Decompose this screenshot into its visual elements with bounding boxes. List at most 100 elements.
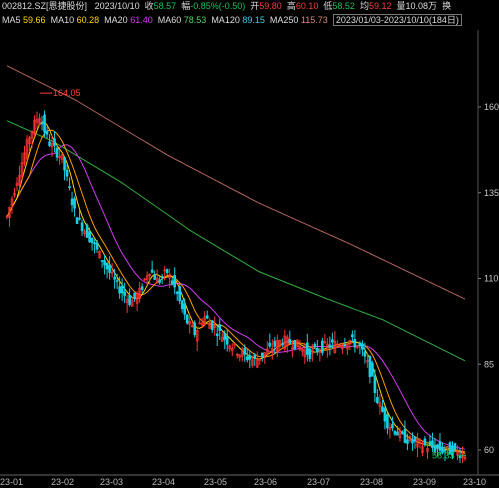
candle-down xyxy=(268,342,272,347)
x-tick-label: 23-04 xyxy=(152,477,175,487)
avg-label: 均 xyxy=(359,1,369,11)
candle-down xyxy=(253,354,257,359)
candle-down xyxy=(150,269,154,273)
candle-down xyxy=(308,348,312,359)
candle-down xyxy=(43,114,46,133)
candle-down xyxy=(170,280,174,285)
candle-down xyxy=(343,344,347,347)
volume-label: 量 xyxy=(396,1,406,11)
candle-down xyxy=(358,342,362,347)
candle-down xyxy=(78,217,81,220)
candle-down xyxy=(68,186,71,189)
moving-average-lines xyxy=(6,65,466,454)
candle-down xyxy=(205,315,209,319)
candle-down xyxy=(158,279,161,283)
candlestick-chart[interactable]: 1601351108560 23-01 23-02 23-03 23-04 23-05 2… xyxy=(0,30,499,488)
candle-down xyxy=(73,198,76,209)
date-range[interactable]: 2023/01/03-2023/10/10(184日) xyxy=(332,14,462,26)
candle-down xyxy=(178,286,181,302)
y-tick-label: 60 xyxy=(484,445,494,455)
stock-code[interactable]: 002812.SZ[恩捷股份] xyxy=(2,1,87,11)
y-axis: 160 135 110 85 60 xyxy=(477,30,499,475)
ma10-value: 60.28 xyxy=(76,15,100,25)
candle-down xyxy=(248,355,252,360)
candle-down xyxy=(225,336,229,345)
candle-down xyxy=(95,242,99,250)
candle-down xyxy=(210,320,214,330)
candle-down xyxy=(100,260,104,262)
candle-down xyxy=(371,363,374,377)
candle-down xyxy=(65,169,69,177)
ma60-value: 78.53 xyxy=(183,15,207,25)
x-tick-label: 23-01 xyxy=(0,477,23,487)
x-tick-label: 23-02 xyxy=(51,477,74,487)
candle-down xyxy=(313,344,317,348)
candle-down xyxy=(373,375,377,394)
candle-down xyxy=(123,291,126,296)
candle-down xyxy=(120,285,124,294)
candle-down xyxy=(90,237,94,244)
candle-down xyxy=(351,334,354,338)
candle-down xyxy=(153,274,156,280)
x-tick-label: 23-10 xyxy=(463,477,486,487)
ma250-label: MA250 xyxy=(269,15,299,25)
y-tick-label: 160 xyxy=(484,102,499,112)
avg-value: 59.12 xyxy=(368,1,392,11)
ma60-label: MA60 xyxy=(157,15,182,25)
candle-down xyxy=(180,300,184,309)
ma10-label: MA10 xyxy=(50,15,75,25)
candle-down xyxy=(40,122,44,125)
candle-down xyxy=(103,260,106,266)
x-tick-label: 23-03 xyxy=(100,477,123,487)
low-marker-label: 58.33 xyxy=(432,451,455,461)
candle-down xyxy=(428,441,432,445)
candle-down xyxy=(245,356,249,361)
candle-down xyxy=(391,424,394,428)
candle-down xyxy=(361,343,364,350)
candle-down xyxy=(431,440,434,448)
volume-value: 10.08万 xyxy=(405,1,438,11)
ma60-line xyxy=(6,120,466,362)
candle-down xyxy=(383,407,387,422)
candle-down xyxy=(316,347,319,353)
candle-down xyxy=(393,431,397,435)
candle-down xyxy=(381,406,384,412)
close-label: 收 xyxy=(144,1,154,11)
quote-header: 002812.SZ[恩捷股份] 2023/10/10 收58.57 幅-0.85… xyxy=(2,0,451,13)
candle-down xyxy=(45,131,49,135)
candle-down xyxy=(321,340,324,353)
candle-down xyxy=(406,439,409,444)
y-tick-label: 110 xyxy=(484,274,498,284)
candle-down xyxy=(218,324,222,331)
ma20-value: 61.40 xyxy=(130,15,153,25)
candle-down xyxy=(118,286,121,294)
candle-down xyxy=(115,280,119,282)
candle-down xyxy=(140,286,144,290)
ma10-line xyxy=(6,129,466,453)
candle-down xyxy=(306,342,309,355)
candle-down xyxy=(175,291,179,294)
candle-down xyxy=(376,397,379,404)
candle-down xyxy=(133,292,136,299)
high-label: 高 xyxy=(286,1,296,11)
candle-down xyxy=(80,222,84,232)
candle-down xyxy=(396,431,399,436)
ma120-label: MA120 xyxy=(211,15,240,25)
candle-down xyxy=(368,355,372,378)
candle-down xyxy=(331,339,334,343)
candle-down xyxy=(63,157,66,171)
x-tick-label: 23-09 xyxy=(413,477,436,487)
change-label: 幅 xyxy=(181,1,191,11)
high-value: 60.10 xyxy=(295,1,319,11)
open-value: 59.80 xyxy=(259,1,282,11)
candle-down xyxy=(411,440,414,444)
ma250-value: 115.73 xyxy=(300,15,328,25)
candle-down xyxy=(458,455,462,459)
candle-down xyxy=(55,147,59,158)
candle-down xyxy=(281,343,284,346)
open-label: 开 xyxy=(250,1,260,11)
y-tick-label: 135 xyxy=(484,188,499,198)
candle-down xyxy=(260,352,264,358)
turnover-label: 换 xyxy=(442,1,452,11)
x-tick-label: 23-08 xyxy=(360,477,383,487)
